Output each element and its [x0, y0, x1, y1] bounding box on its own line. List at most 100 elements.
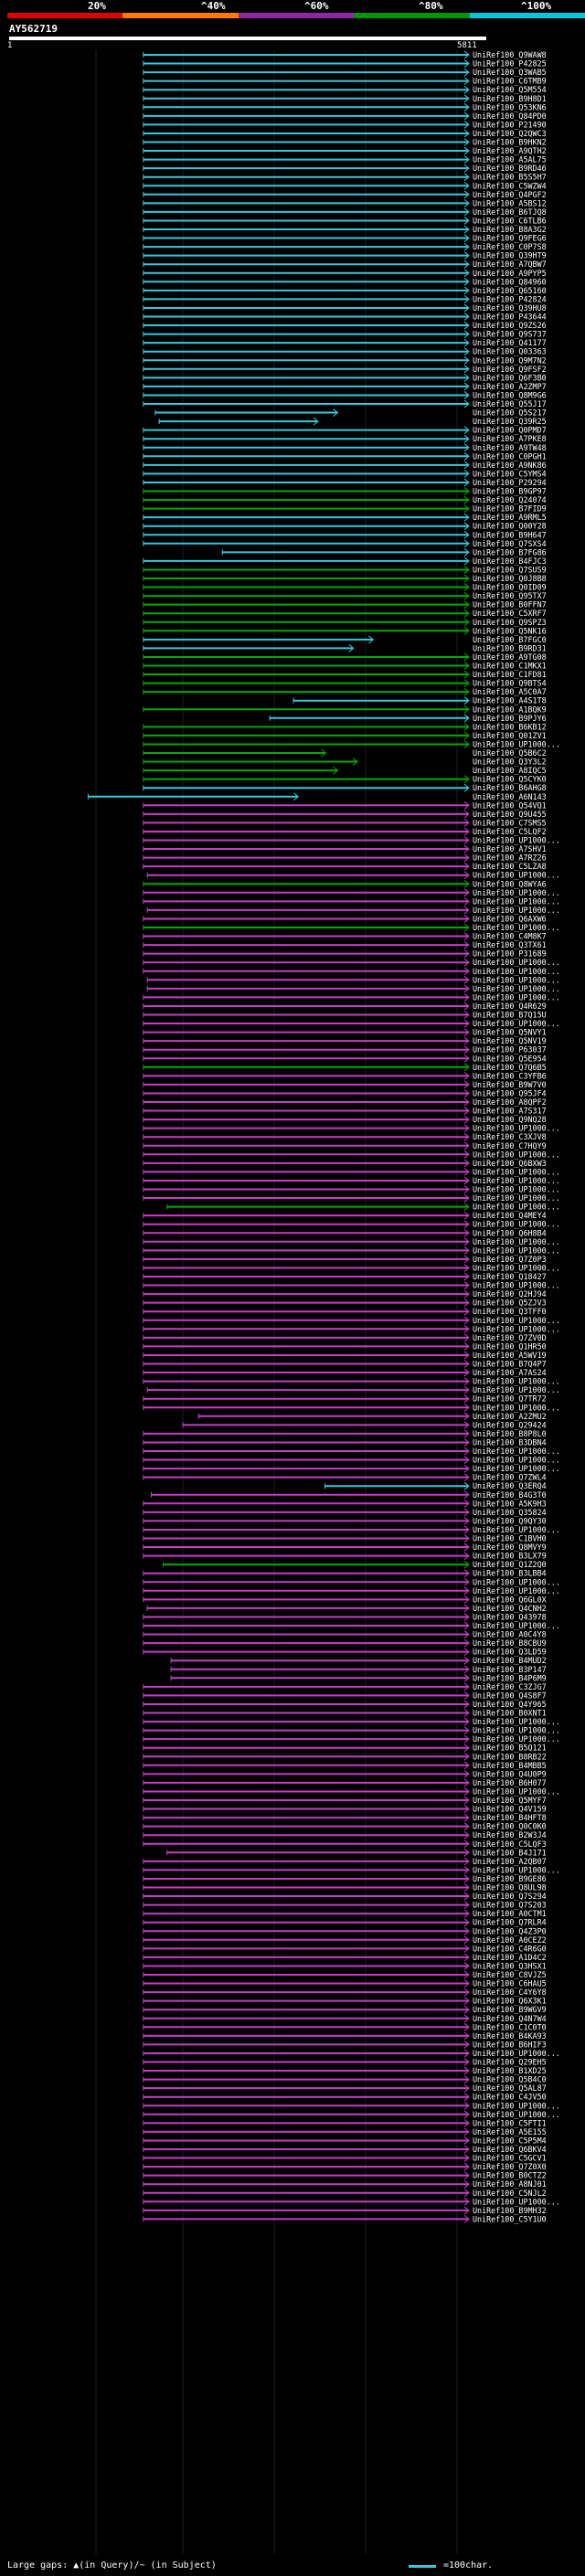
hit-label[interactable]: UniRef100_B6HIF3 [473, 2040, 547, 2049]
hit-label[interactable]: UniRef100_A0C4Y8 [473, 1630, 547, 1639]
hit-label[interactable]: UniRef100_Q1Z2Q0 [473, 1560, 547, 1569]
hit-label[interactable]: UniRef100_Q5NK16 [473, 626, 547, 635]
hit-label[interactable]: UniRef100_Q29424 [473, 1420, 547, 1429]
hit-label[interactable]: UniRef100_Q7S294 [473, 1892, 547, 1901]
hit-label[interactable]: UniRef100_Q24074 [473, 495, 547, 504]
hit-label[interactable]: UniRef100_C5FTI1 [473, 2118, 547, 2127]
hit-label[interactable]: UniRef100_P21490 [473, 120, 547, 129]
hit-label[interactable]: UniRef100_B4HFT8 [473, 1813, 547, 1822]
hit-label[interactable]: UniRef100_Q00Y28 [473, 522, 547, 531]
hit-label[interactable]: UniRef100_Q3HSX1 [473, 1961, 547, 1970]
hit-label[interactable]: UniRef100_C7SMS5 [473, 818, 547, 827]
hit-label[interactable]: UniRef100_Q84PD0 [473, 111, 547, 121]
hit-label[interactable]: UniRef100_A7RZ26 [473, 853, 547, 863]
hit-label[interactable]: UniRef100_Q9U455 [473, 810, 547, 819]
hit-label[interactable]: UniRef100_UP1000... [473, 1621, 560, 1630]
hit-label[interactable]: UniRef100_Q3TX61 [473, 940, 547, 949]
hit-label[interactable]: UniRef100_Q6BXW3 [473, 1159, 547, 1168]
hit-label[interactable]: UniRef100_Q01ZV1 [473, 731, 547, 740]
hit-label[interactable]: UniRef100_B4KA93 [473, 2031, 547, 2041]
hit-label[interactable]: UniRef100_B7Q15U [473, 1011, 547, 1020]
hit-label[interactable]: UniRef100_Q0J8B8 [473, 574, 547, 583]
hit-label[interactable]: UniRef100_Q39HT9 [473, 251, 547, 260]
hit-label[interactable]: UniRef100_Q3Y3L2 [473, 758, 547, 767]
hit-label[interactable]: UniRef100_A7QBW7 [473, 260, 547, 269]
hit-label[interactable]: UniRef100_UP1000... [473, 1385, 560, 1394]
hit-label[interactable]: UniRef100_Q7SXS4 [473, 539, 547, 548]
hit-label[interactable]: UniRef100_Q43978 [473, 1612, 547, 1621]
hit-label[interactable]: UniRef100_Q4N7W4 [473, 2014, 547, 2023]
hit-label[interactable]: UniRef100_Q5NV19 [473, 1036, 547, 1045]
hit-label[interactable]: UniRef100_Q8WYA6 [473, 879, 547, 888]
hit-label[interactable]: UniRef100_UP1000... [473, 1726, 560, 1735]
hit-label[interactable]: UniRef100_B0XNT1 [473, 1709, 547, 1718]
hit-label[interactable]: UniRef100_UP1000... [473, 1865, 560, 1874]
hit-label[interactable]: UniRef100_B5S5H7 [473, 173, 547, 182]
hit-label[interactable]: UniRef100_Q29EH5 [473, 2058, 547, 2067]
hit-label[interactable]: UniRef100_B9GE86 [473, 1874, 547, 1883]
hit-label[interactable]: UniRef100_Q9SPZ3 [473, 618, 547, 627]
hit-label[interactable]: UniRef100_Q5B4C0 [473, 2075, 547, 2084]
hit-label[interactable]: UniRef100_B9RD31 [473, 643, 547, 652]
hit-label[interactable]: UniRef100_B9HKN2 [473, 138, 547, 147]
hit-label[interactable]: UniRef100_A7AS24 [473, 1368, 547, 1377]
hit-label[interactable]: UniRef100_Q3TFF0 [473, 1307, 547, 1316]
hit-label[interactable]: UniRef100_UP1000... [473, 2049, 560, 2058]
hit-label[interactable]: UniRef100_Q35824 [473, 1508, 547, 1517]
hit-label[interactable]: UniRef100_UP1000... [473, 975, 560, 984]
hit-label[interactable]: UniRef100_UP1000... [473, 1577, 560, 1586]
hit-label[interactable]: UniRef100_Q3LD59 [473, 1648, 547, 1657]
hit-label[interactable]: UniRef100_B6KB12 [473, 722, 547, 731]
hit-label[interactable]: UniRef100_UP1000... [473, 1237, 560, 1246]
hit-label[interactable]: UniRef100_A2ZMP7 [473, 382, 547, 391]
hit-label[interactable]: UniRef100_UP1000... [473, 1193, 560, 1203]
hit-label[interactable]: UniRef100_Q6H8B4 [473, 1228, 547, 1237]
hit-label[interactable]: UniRef100_C4Y6Y8 [473, 1988, 547, 1997]
hit-label[interactable]: UniRef100_UP1000... [473, 1316, 560, 1325]
hit-label[interactable]: UniRef100_UP1000... [473, 1263, 560, 1272]
hit-label[interactable]: UniRef100_A2QB07 [473, 1857, 547, 1866]
hit-label[interactable]: UniRef100_B0CTZ2 [473, 2171, 547, 2180]
hit-label[interactable]: UniRef100_UP1000... [473, 1447, 560, 1456]
hit-label[interactable]: UniRef100_B3DBN4 [473, 1437, 547, 1447]
hit-label[interactable]: UniRef100_B6AHG8 [473, 783, 547, 792]
hit-label[interactable]: UniRef100_Q53KN6 [473, 102, 547, 111]
hit-label[interactable]: UniRef100_UP1000... [473, 1281, 560, 1290]
hit-label[interactable]: UniRef100_UP1000... [473, 992, 560, 1002]
hit-label[interactable]: UniRef100_B9MH32 [473, 2206, 547, 2215]
hit-label[interactable]: UniRef100_A6N143 [473, 792, 547, 801]
hit-label[interactable]: UniRef100_Q3ERQ4 [473, 1481, 547, 1490]
hit-label[interactable]: UniRef100_UP1000... [473, 2110, 560, 2119]
hit-label[interactable]: UniRef100_B8P8L0 [473, 1429, 547, 1438]
hit-label[interactable]: UniRef100_Q4V159 [473, 1805, 547, 1814]
hit-label[interactable]: UniRef100_Q95TX7 [473, 591, 547, 600]
hit-label[interactable]: UniRef100_Q4CNH2 [473, 1604, 547, 1613]
hit-label[interactable]: UniRef100_B9GP97 [473, 487, 547, 496]
hit-label[interactable]: UniRef100_UP1000... [473, 1586, 560, 1595]
hit-label[interactable]: UniRef100_UP1000... [473, 1150, 560, 1159]
hit-label[interactable]: UniRef100_Q4Y965 [473, 1700, 547, 1709]
hit-label[interactable]: UniRef100_UP1000... [473, 896, 560, 906]
hit-label[interactable]: UniRef100_Q39R25 [473, 417, 547, 426]
hit-label[interactable]: UniRef100_Q9M7N2 [473, 355, 547, 365]
hit-label[interactable]: UniRef100_Q0ID09 [473, 583, 547, 592]
hit-label[interactable]: UniRef100_B3P147 [473, 1665, 547, 1674]
hit-label[interactable]: UniRef100_C3XJV8 [473, 1132, 547, 1141]
hit-label[interactable]: UniRef100_C3YFB6 [473, 1071, 547, 1080]
hit-label[interactable]: UniRef100_UP1000... [473, 1464, 560, 1473]
hit-label[interactable]: UniRef100_Q5AL87 [473, 2083, 547, 2093]
hit-label[interactable]: UniRef100_B4J171 [473, 1848, 547, 1857]
hit-label[interactable]: UniRef100_B7FID9 [473, 504, 547, 514]
hit-label[interactable]: UniRef100_B9W7V0 [473, 1080, 547, 1089]
hit-label[interactable]: UniRef100_Q6X3K1 [473, 1997, 547, 2006]
hit-label[interactable]: UniRef100_UP1000... [473, 923, 560, 932]
hit-label[interactable]: UniRef100_A5AL75 [473, 155, 547, 164]
hit-label[interactable]: UniRef100_Q03363 [473, 347, 547, 356]
hit-label[interactable]: UniRef100_A9QTH2 [473, 146, 547, 155]
hit-label[interactable]: UniRef100_Q8M9G6 [473, 390, 547, 399]
hit-label[interactable]: UniRef100_Q5E954 [473, 1054, 547, 1063]
hit-label[interactable]: UniRef100_B1XD25 [473, 2066, 547, 2075]
hit-label[interactable]: UniRef100_Q2HJ94 [473, 1289, 547, 1299]
hit-label[interactable]: UniRef100_C1C0T0 [473, 2022, 547, 2031]
hit-label[interactable]: UniRef100_Q9WAW8 [473, 50, 547, 59]
